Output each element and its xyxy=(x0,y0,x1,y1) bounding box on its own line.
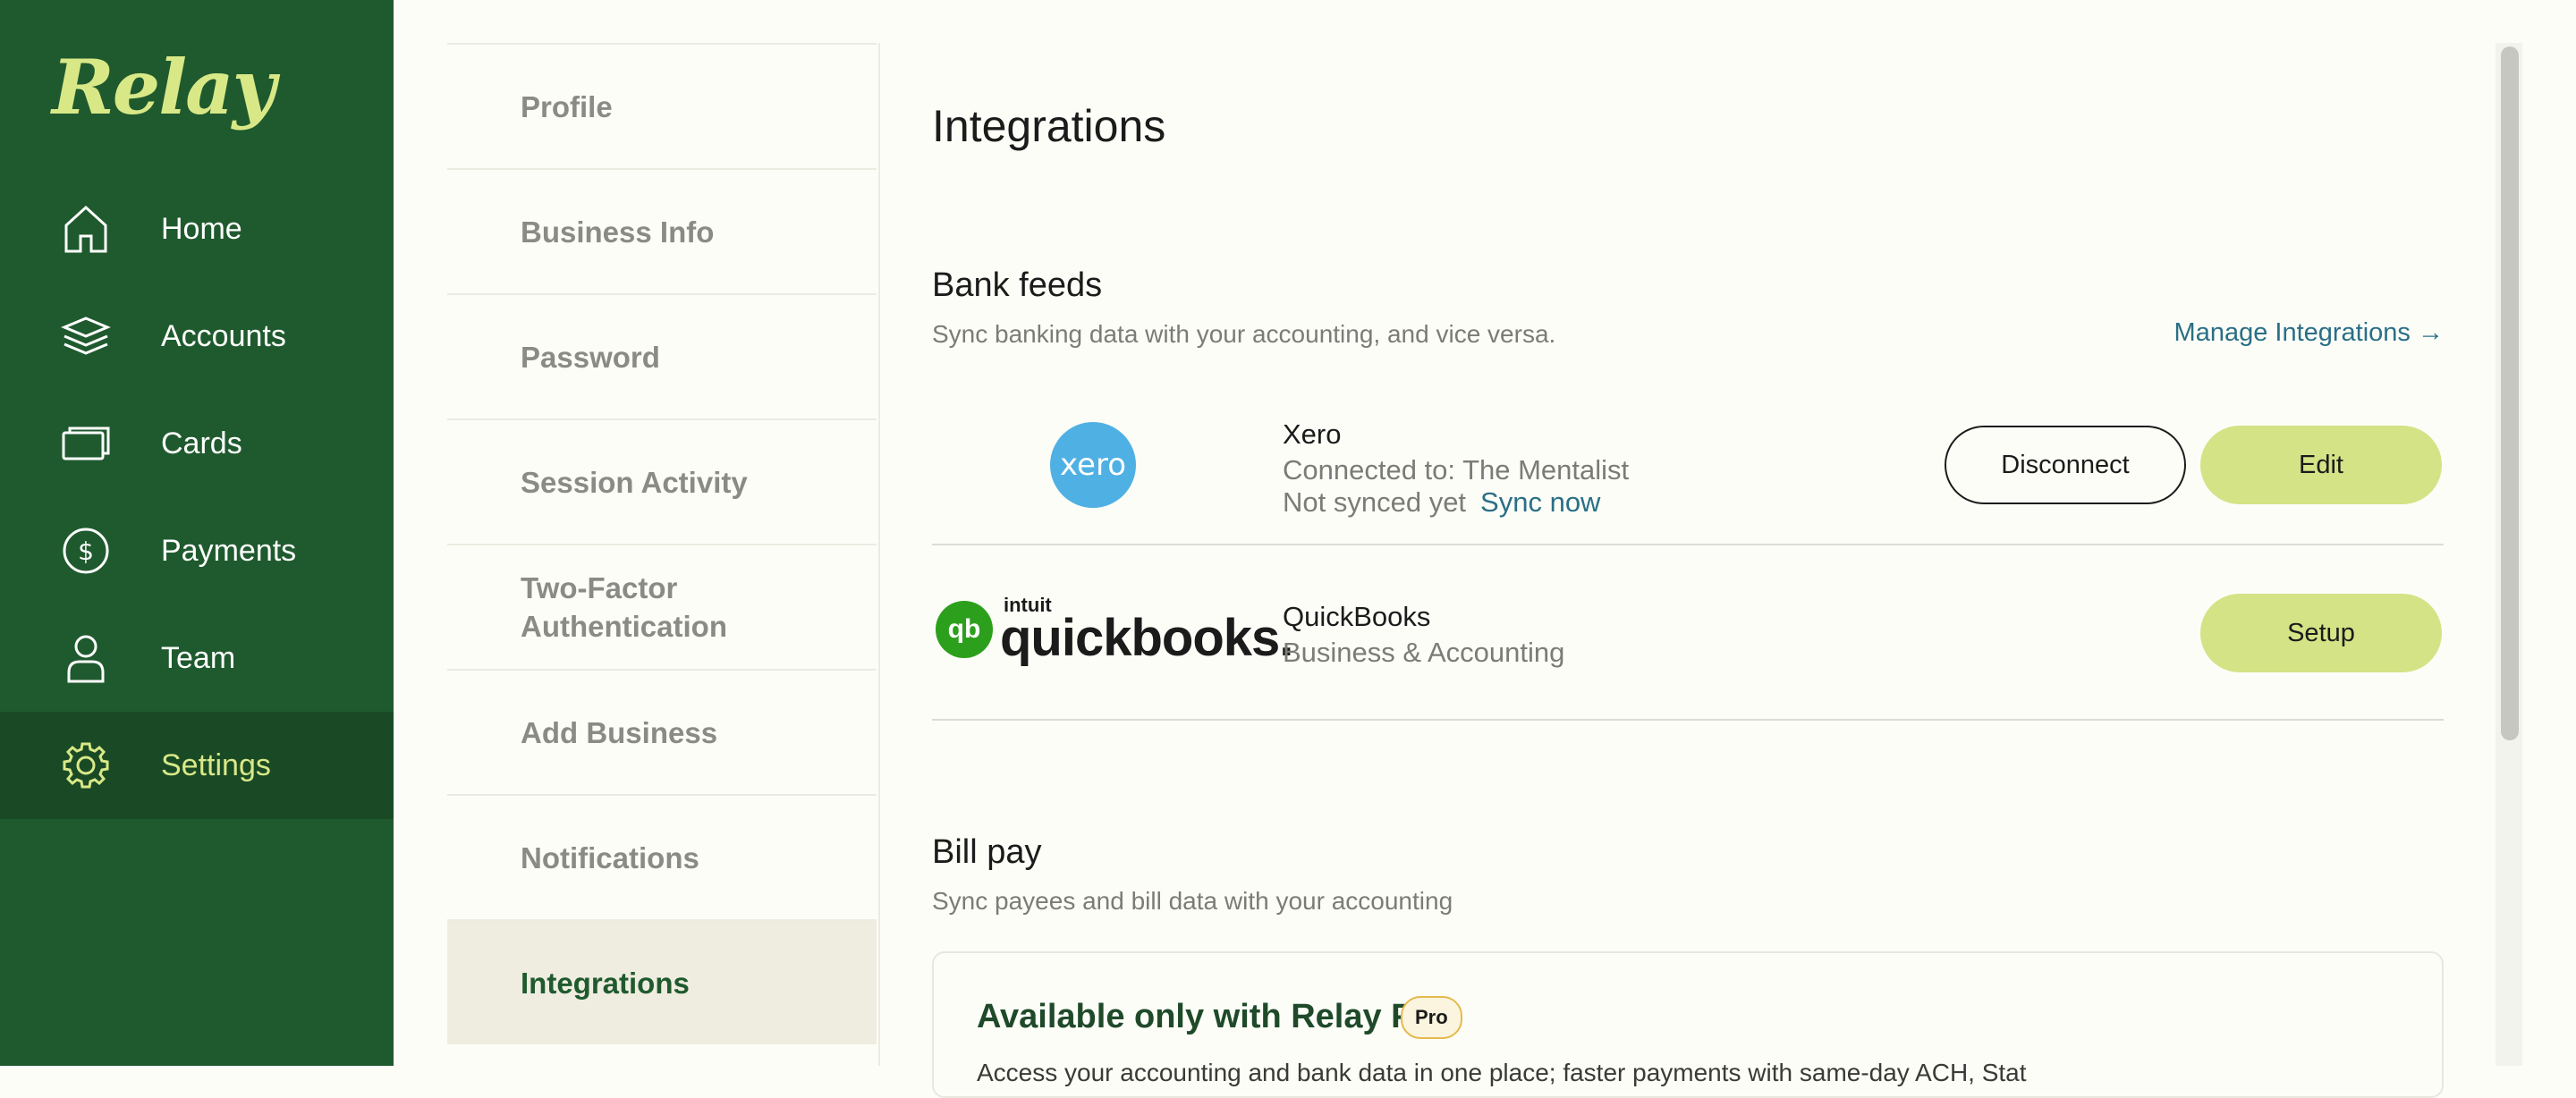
quickbooks-name: QuickBooks xyxy=(1283,601,1431,632)
settings-menu-label: Password xyxy=(521,340,660,374)
relay-pro-card: Available only with Relay Pro Pro Access… xyxy=(932,951,2444,1098)
settings-menu-item-business-info[interactable]: Business Info xyxy=(447,168,877,293)
relay-logo[interactable]: Relay xyxy=(52,43,275,131)
sidebar-item-home[interactable]: Home xyxy=(0,175,394,283)
bank-feeds-title: Bank feeds xyxy=(932,266,1103,304)
main-content: Integrations Bank feeds Sync banking dat… xyxy=(932,0,2444,1098)
settings-menu-label: Two-Factor Authentication xyxy=(521,571,727,643)
row-divider xyxy=(932,719,2444,721)
setup-button[interactable]: Setup xyxy=(2200,594,2442,672)
quickbooks-detail: Business & Accounting xyxy=(1283,637,1565,668)
settings-menu-label: Notifications xyxy=(521,840,699,874)
card-icon xyxy=(61,418,111,469)
gear-icon xyxy=(61,740,111,790)
settings-menu-item-password[interactable]: Password xyxy=(447,293,877,418)
sidebar-item-label: Accounts xyxy=(161,318,286,353)
sidebar-item-label: Settings xyxy=(161,747,271,782)
layers-icon xyxy=(61,311,111,361)
xero-sync-status: Not synced yet Sync now xyxy=(1283,486,1600,519)
sync-now-link[interactable]: Sync now xyxy=(1480,486,1600,518)
sidebar-item-settings[interactable]: Settings xyxy=(0,712,394,819)
quickbooks-mark: qb xyxy=(936,601,993,658)
sidebar-item-accounts[interactable]: Accounts xyxy=(0,283,394,390)
edit-button[interactable]: Edit xyxy=(2200,426,2442,504)
sidebar-item-label: Cards xyxy=(161,426,242,460)
xero-logo: xero xyxy=(1050,422,1136,508)
sidebar-item-team[interactable]: Team xyxy=(0,604,394,712)
xero-sync-status-text: Not synced yet xyxy=(1283,486,1467,518)
sidebar-item-label: Payments xyxy=(161,533,297,568)
settings-menu: Profile Business Info Password Session A… xyxy=(447,43,880,1066)
page-title: Integrations xyxy=(932,101,1166,151)
bill-pay-subtitle: Sync payees and bill data with your acco… xyxy=(932,887,1453,915)
xero-connected-to: Connected to: The Mentalist xyxy=(1283,454,1630,486)
settings-menu-item-integrations[interactable]: Integrations xyxy=(447,919,877,1044)
dollar-icon: $ xyxy=(61,526,111,576)
sidebar-item-label: Team xyxy=(161,640,236,675)
sidebar-item-label: Home xyxy=(161,211,242,246)
disconnect-button[interactable]: Disconnect xyxy=(1945,426,2186,504)
user-icon xyxy=(61,633,111,683)
quickbooks-wordmark: quickbooks. xyxy=(1000,609,1293,667)
sidebar-item-cards[interactable]: Cards xyxy=(0,390,394,497)
scrollbar-thumb[interactable] xyxy=(2501,46,2519,740)
quickbooks-logo: qb intuit quickbooks. xyxy=(936,594,1293,667)
bill-pay-title: Bill pay xyxy=(932,833,1042,871)
pro-card-title: Available only with Relay Pro xyxy=(977,998,1448,1035)
home-icon xyxy=(61,204,111,254)
settings-menu-label: Integrations xyxy=(521,966,690,1000)
xero-name: Xero xyxy=(1283,418,1342,450)
sidebar: Relay Home Accounts Cards $ Payments Tea… xyxy=(0,0,394,1066)
manage-integrations-link[interactable]: Manage Integrations → xyxy=(2174,318,2444,348)
settings-menu-item-session-activity[interactable]: Session Activity xyxy=(447,418,877,544)
pro-badge: Pro xyxy=(1401,996,1462,1039)
sidebar-item-payments[interactable]: $ Payments xyxy=(0,497,394,604)
settings-menu-item-notifications[interactable]: Notifications xyxy=(447,794,877,919)
settings-menu-label: Business Info xyxy=(521,215,715,249)
settings-menu-label: Profile xyxy=(521,89,613,123)
settings-menu-item-two-factor[interactable]: Two-Factor Authentication xyxy=(447,544,877,669)
settings-menu-item-profile[interactable]: Profile xyxy=(447,43,877,168)
bank-feeds-subtitle: Sync banking data with your accounting, … xyxy=(932,320,1556,348)
row-divider xyxy=(932,544,2444,545)
svg-text:$: $ xyxy=(78,536,94,566)
settings-menu-label: Add Business xyxy=(521,715,718,749)
settings-menu-item-add-business[interactable]: Add Business xyxy=(447,669,877,794)
settings-menu-label: Session Activity xyxy=(521,465,748,499)
pro-card-description: Access your accounting and bank data in … xyxy=(977,1059,2027,1086)
